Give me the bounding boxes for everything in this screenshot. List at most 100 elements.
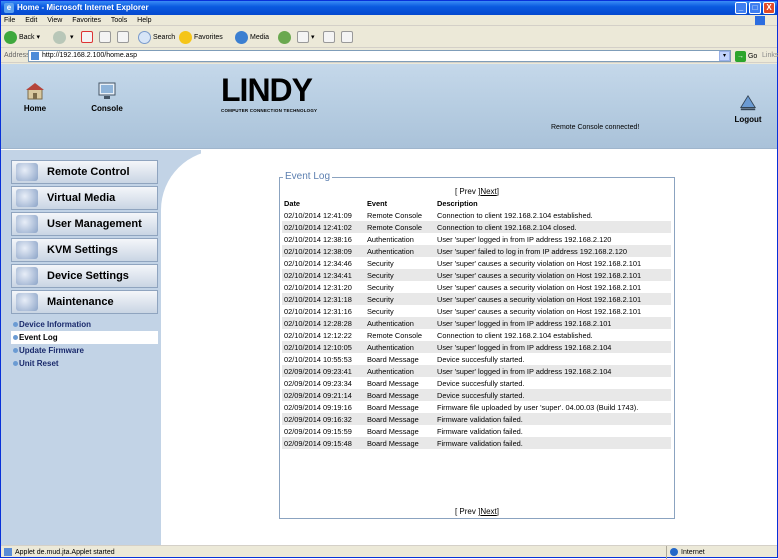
menu-virtual-media[interactable]: Virtual Media (11, 186, 158, 210)
address-label: Address (4, 52, 30, 59)
security-zone: Internet (666, 546, 705, 559)
console-icon (98, 82, 116, 99)
home-button[interactable] (117, 30, 129, 45)
cell-description: Firmware file uploaded by user 'super'. … (437, 402, 639, 412)
cell-date: 02/10/2014 12:31:18 (282, 293, 365, 305)
table-row: 02/10/2014 12:38:16 Authentication User 's… (282, 233, 671, 245)
cell-date: 02/10/2014 12:41:09 (284, 210, 352, 220)
cell-date: 02/10/2014 12:41:02 (282, 221, 365, 233)
back-arrow-icon (4, 30, 17, 44)
media-button[interactable]: Media (235, 30, 269, 45)
cell-description: User 'super' logged in from IP address 1… (437, 234, 612, 244)
browser-window: e Home - Microsoft Internet Explorer _ □… (0, 0, 778, 559)
menu-kvm-settings[interactable]: KVM Settings (11, 238, 158, 262)
logo-subtitle: COMPUTER CONNECTION TECHNOLOGY (221, 108, 318, 113)
cell-description: Firmware validation failed. (435, 413, 671, 425)
search-button[interactable]: Search (138, 30, 175, 45)
next-link[interactable]: Next (480, 507, 496, 516)
history-button[interactable] (278, 30, 293, 45)
home-nav[interactable]: Home (15, 82, 55, 113)
menu-tools[interactable]: Tools (111, 17, 127, 24)
menu-user-management[interactable]: User Management (11, 212, 158, 236)
menu-device-settings[interactable]: Device Settings (11, 264, 158, 288)
table-row: 02/10/2014 12:10:05 Authentication User 's… (282, 341, 671, 353)
menu-edit[interactable]: Edit (25, 17, 37, 24)
menu-help[interactable]: Help (137, 17, 151, 24)
menu-remote-control[interactable]: Remote Control (11, 160, 158, 184)
menu-favorites[interactable]: Favorites (72, 17, 101, 24)
print-button[interactable] (323, 30, 335, 45)
go-button[interactable]: → Go (735, 50, 757, 64)
logout-button[interactable]: Logout (727, 94, 769, 124)
console-nav[interactable]: Console (87, 82, 127, 113)
stop-button[interactable] (81, 30, 93, 45)
cell-event: Remote Console (365, 221, 435, 233)
address-bar: Address http://192.168.2.100/home.asp ▾ … (1, 49, 778, 64)
cell-date: 02/09/2014 09:16:32 (282, 413, 365, 425)
cell-description: Device succesfully started. (437, 378, 525, 388)
cell-description: User 'super' causes a security violation… (437, 306, 642, 316)
table-row: 02/10/2014 12:31:18 Security User 'super' … (282, 293, 671, 305)
mail-icon (297, 31, 309, 44)
home-icon (26, 83, 44, 100)
back-button[interactable]: Back ▾ (4, 30, 40, 45)
maximize-button[interactable]: □ (749, 2, 761, 14)
menu-maintenance[interactable]: Maintenance (11, 290, 158, 314)
refresh-icon (99, 31, 111, 44)
cell-description: Connection to client 192.168.2.104 estab… (437, 330, 593, 340)
cell-description: User 'super' logged in from IP address 1… (435, 317, 671, 329)
sub-unit-reset[interactable]: Unit Reset (11, 357, 158, 370)
mail-button[interactable]: ▾ (297, 30, 314, 45)
sub-device-information[interactable]: Device Information (11, 318, 158, 331)
table-row: 02/10/2014 12:12:22 Remote Console Connect… (282, 329, 671, 341)
table-row: 02/09/2014 09:16:32 Board Message Firmware… (282, 413, 671, 425)
cell-date: 02/10/2014 12:31:16 (284, 306, 352, 316)
cell-date: 02/10/2014 12:34:46 (284, 258, 352, 268)
close-button[interactable]: X (763, 2, 775, 14)
cell-description: Firmware validation failed. (437, 426, 523, 436)
table-row: 02/10/2014 12:31:20 Security User 'super' … (282, 281, 671, 293)
address-dropdown-button[interactable]: ▾ (719, 51, 730, 61)
star-icon (179, 30, 192, 44)
table-row: 02/10/2014 12:41:09 Remote Console Connect… (282, 209, 671, 221)
cell-date: 02/10/2014 12:38:16 (284, 234, 352, 244)
menu-file[interactable]: File (4, 17, 15, 24)
cell-date: 02/09/2014 09:21:14 (282, 389, 365, 401)
next-link[interactable]: Next (480, 187, 496, 196)
status-bar: Applet de.mud.jta.Applet started Interne… (1, 545, 777, 559)
prev-link[interactable]: [ Prev ] (455, 507, 480, 516)
cell-description: User 'super' logged in from IP address 1… (435, 365, 671, 377)
cell-description: User 'super' causes a security violation… (435, 269, 671, 281)
event-log-legend: Event Log (283, 171, 333, 182)
cell-event: Authentication (367, 234, 414, 244)
forward-button[interactable]: ▾ (53, 30, 73, 45)
cell-event: Authentication (365, 365, 435, 377)
connection-status: Remote Console connected! (551, 124, 640, 131)
favorites-button[interactable]: Favorites (179, 30, 223, 45)
cell-description: Device succesfully started. (437, 354, 525, 364)
menu-bar: File Edit View Favorites Tools Help (1, 15, 777, 26)
table-row: 02/10/2014 12:34:46 Security User 'super' … (282, 257, 671, 269)
table-row: 02/09/2014 09:23:41 Authentication User 's… (282, 365, 671, 377)
cell-event: Authentication (365, 317, 435, 329)
user-management-icon (16, 215, 38, 233)
address-input[interactable]: http://192.168.2.100/home.asp (28, 50, 731, 62)
links-button[interactable]: Links (762, 49, 778, 63)
sub-event-log[interactable]: Event Log (11, 331, 158, 344)
toolbar: Back ▾ ▾ Search Favorites Media ▾ (1, 27, 777, 48)
prev-link[interactable]: [ Prev ] (455, 187, 480, 196)
refresh-button[interactable] (99, 30, 111, 45)
sub-update-firmware[interactable]: Update Firmware (11, 344, 158, 357)
stop-icon (81, 31, 93, 44)
cell-description: User 'super' failed to log in from IP ad… (435, 245, 671, 257)
forward-arrow-icon (53, 30, 66, 44)
menu-view[interactable]: View (47, 17, 62, 24)
cell-event: Board Message (367, 426, 419, 436)
maintenance-icon (16, 293, 38, 311)
minimize-button[interactable]: _ (735, 2, 747, 14)
cell-event: Security (367, 282, 394, 292)
cell-event: Remote Console (367, 330, 423, 340)
app-header: Home Console LINDY COMPUTER CONNECTION T… (1, 64, 777, 149)
edit-button[interactable] (341, 30, 353, 45)
bullet-icon (13, 348, 18, 353)
